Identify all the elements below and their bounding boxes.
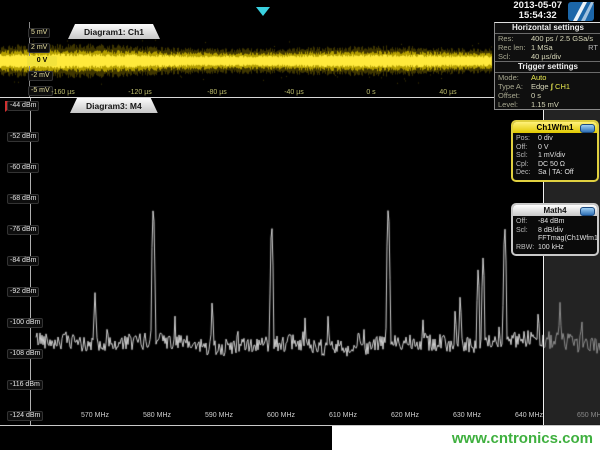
trigger-position-marker-icon[interactable] [256, 7, 270, 16]
y-axis-label: -76 dBm [7, 225, 39, 235]
y-axis-label: -92 dBm [7, 287, 39, 297]
ch1wfm1-title-text: Ch1Wfm1 [537, 123, 574, 132]
y-axis-label: -116 dBm [7, 380, 43, 390]
y-axis-label: -100 dBm [7, 318, 43, 328]
trigger-settings-rows: Mode:AutoType A:EdgeʃCH1Offset:0 sLevel:… [495, 73, 600, 109]
datetime: 2013-05-07 15:54:32 [513, 1, 562, 20]
y-axis-label: -5 mV [28, 86, 53, 96]
math4-panel[interactable]: Math4 Off:-84 dBmScl:8 dB/divFFTmag(Ch1W… [511, 203, 599, 256]
ch1wfm1-panel[interactable]: Ch1Wfm1 Pos:0 divOff:0 VScl:1 mV/divCpl:… [511, 120, 599, 182]
y-axis-label: -44 dBm [7, 101, 39, 111]
x-axis-label: 620 MHz [391, 411, 419, 420]
horizontal-settings-rows: Res:400 ps / 2.5 GSa/sRec len:1 MSaRTScl… [495, 34, 600, 61]
panel-row: FFTmag(Ch1Wfm1) [516, 235, 594, 244]
y-axis-label: -60 dBm [7, 163, 39, 173]
x-axis-label: 640 MHz [515, 411, 543, 420]
y-axis-label: 2 mV [28, 43, 50, 53]
settings-row: Rec len:1 MSaRT [495, 43, 600, 52]
minimize-button[interactable] [580, 124, 595, 133]
settings-row: Mode:Auto [495, 73, 600, 82]
horizontal-settings-title: Horizontal settings [495, 23, 600, 34]
diagram3-tab-label: Diagram3: M4 [86, 101, 142, 111]
y-axis-label: -2 mV [28, 71, 53, 81]
x-axis-label: 600 MHz [267, 411, 295, 420]
minimize-button[interactable] [580, 207, 595, 216]
x-axis-label: 580 MHz [143, 411, 171, 420]
acquisition-settings-panel[interactable]: Horizontal settings Res:400 ps / 2.5 GSa… [494, 22, 600, 110]
x-axis-label: 590 MHz [205, 411, 233, 420]
y-axis-label: -68 dBm [7, 194, 39, 204]
y-axis-label: -124 dBm [7, 411, 43, 421]
panel-row: Scl:1 mV/div [516, 152, 594, 161]
diagram1-tab-label: Diagram1: Ch1 [84, 27, 144, 37]
settings-row: Offset:0 s [495, 91, 600, 100]
diagram1-tab[interactable]: Diagram1: Ch1 [68, 24, 160, 39]
panel-row: Off:0 V [516, 144, 594, 153]
math4-title-text: Math4 [543, 206, 566, 215]
settings-row: Type A:EdgeʃCH1 [495, 82, 600, 91]
watermark-bar: www.cntronics.com [332, 426, 600, 450]
settings-row: Level:1.15 mV [495, 100, 600, 109]
y-axis-label: -108 dBm [7, 349, 43, 359]
x-axis-label: -80 µs [207, 88, 227, 97]
settings-row: Res:400 ps / 2.5 GSa/s [495, 34, 600, 43]
ch1wfm1-panel-title: Ch1Wfm1 [513, 122, 597, 133]
edge-trigger-icon: ʃ [551, 82, 554, 91]
panel-row: Cpl:DC 50 Ω [516, 161, 594, 170]
spectrum-canvas [0, 96, 600, 430]
x-axis-label: 40 µs [439, 88, 456, 97]
diagram3-tab[interactable]: Diagram3: M4 [70, 98, 158, 113]
panel-row: Scl:8 dB/div [516, 227, 594, 236]
math4-panel-title: Math4 [513, 205, 597, 216]
math4-panel-body: Off:-84 dBmScl:8 dB/divFFTmag(Ch1Wfm1)RB… [513, 216, 597, 254]
watermark-link[interactable]: www.cntronics.com [452, 430, 593, 447]
oscilloscope-screen: 2013-05-07 15:54:32 Diagram1: Ch1 Diagra… [0, 0, 600, 450]
x-axis-label: 630 MHz [453, 411, 481, 420]
panel-row: Pos:0 div [516, 135, 594, 144]
panel-row: Dec:Sa | TA: Off [516, 169, 594, 178]
panel-row: Off:-84 dBm [516, 218, 594, 227]
x-axis-label: -160 µs [51, 88, 75, 97]
y-axis-label: -84 dBm [7, 256, 39, 266]
y-axis-label: 5 mV [28, 28, 50, 38]
x-axis-label: 610 MHz [329, 411, 357, 420]
x-axis-label: -120 µs [128, 88, 152, 97]
settings-row: Scl:40 µs/div [495, 52, 600, 61]
x-axis-label: 0 s [366, 88, 375, 97]
trigger-settings-title: Trigger settings [495, 61, 600, 73]
time-text: 15:54:32 [513, 11, 562, 21]
x-axis-label: 570 MHz [81, 411, 109, 420]
ch1-offset-marker[interactable]: 0 V [27, 56, 57, 66]
x-axis-label: 650 MHz [577, 411, 600, 420]
y-axis-label: -52 dBm [7, 132, 39, 142]
x-axis-label: -40 µs [284, 88, 304, 97]
ch1wfm1-panel-body: Pos:0 divOff:0 VScl:1 mV/divCpl:DC 50 ΩD… [513, 133, 597, 180]
panel-row: RBW:100 kHz [516, 244, 594, 253]
